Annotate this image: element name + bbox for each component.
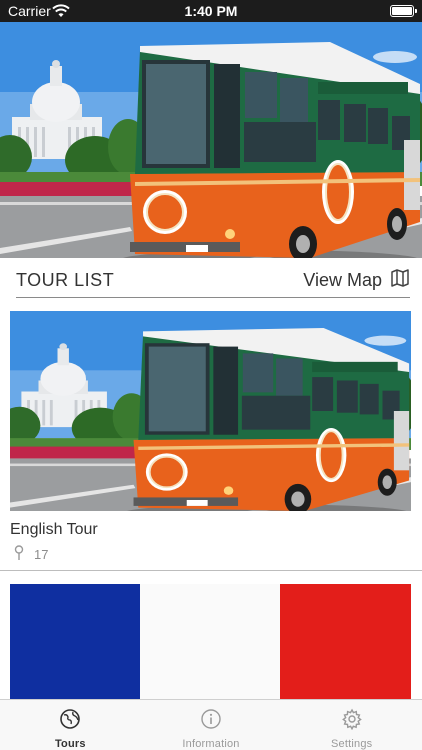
battery-icon — [390, 5, 417, 17]
tab-tours[interactable]: Tours — [0, 700, 141, 750]
divider — [0, 570, 422, 571]
tour-card-english[interactable]: English Tour 17 — [10, 311, 412, 569]
section-title: TOUR LIST — [16, 270, 115, 290]
tab-settings[interactable]: Settings — [281, 700, 422, 750]
hero-image — [0, 22, 422, 258]
flag-blue-stripe — [10, 584, 140, 699]
pin-icon — [14, 545, 24, 564]
status-bar: Carrier 1:40 PM — [0, 0, 422, 22]
tab-bar: Tours Information Settings — [0, 699, 422, 750]
tour-card-french[interactable] — [10, 584, 411, 699]
flag-red-stripe — [280, 584, 411, 699]
tour-list-header: TOUR LIST View Map — [16, 262, 410, 298]
stops-count: 17 — [34, 547, 49, 562]
tour-name: English Tour — [10, 521, 98, 538]
tab-information[interactable]: Information — [141, 700, 282, 750]
view-map-label: View Map — [303, 270, 382, 290]
tab-label: Information — [182, 738, 240, 750]
globe-icon — [59, 708, 81, 735]
tour-stops: 17 — [14, 545, 48, 564]
flag-white-stripe — [140, 584, 280, 699]
tab-label: Tours — [54, 738, 86, 750]
map-icon — [390, 268, 410, 293]
clock: 1:40 PM — [184, 3, 238, 19]
gear-icon — [341, 708, 363, 735]
view-map-button[interactable]: View Map — [303, 268, 410, 293]
tab-label: Settings — [331, 738, 373, 750]
tour-image — [10, 311, 411, 511]
info-icon — [200, 708, 222, 735]
